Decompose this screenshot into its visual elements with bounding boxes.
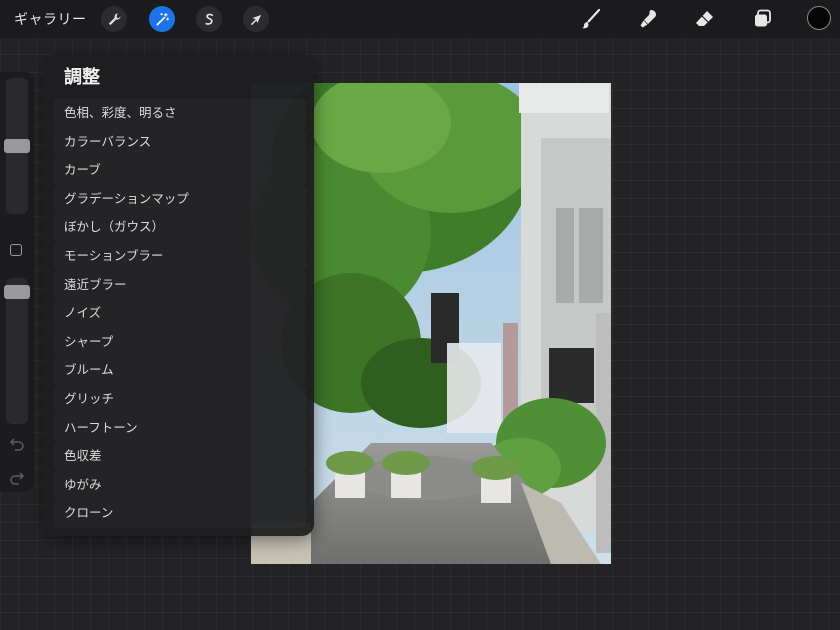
top-toolbar: ギャラリー — [0, 0, 840, 38]
adjustment-item[interactable]: カラーバランス — [54, 128, 306, 157]
adjustment-item[interactable]: カーブ — [54, 156, 306, 185]
adjustments-menu: 調整 色相、彩度、明るさ カラーバランス カーブ グラデーションマップ ぼかし（ガウス）… — [44, 54, 314, 536]
eraser-icon[interactable] — [691, 5, 719, 33]
adjustment-item[interactable]: シャープ — [54, 328, 306, 357]
adjustment-item[interactable]: ゆがみ — [54, 471, 306, 500]
modify-square-icon[interactable] — [10, 244, 22, 256]
undo-icon[interactable] — [9, 436, 25, 452]
redo-icon[interactable] — [9, 470, 25, 486]
adjustment-item[interactable]: クローン — [54, 499, 306, 528]
opacity-thumb[interactable] — [4, 284, 30, 299]
adjustment-item[interactable]: ノイズ — [54, 299, 306, 328]
brush-size-slider[interactable] — [4, 78, 30, 214]
adjustment-item[interactable]: ブルーム — [54, 356, 306, 385]
brush-icon[interactable] — [577, 5, 605, 33]
adjustment-item[interactable]: グラデーションマップ — [54, 185, 306, 214]
smudge-icon[interactable] — [634, 5, 662, 33]
adjustment-item[interactable]: モーションブラー — [54, 242, 306, 271]
layers-icon[interactable] — [749, 5, 777, 33]
adjustment-item[interactable]: グリッチ — [54, 385, 306, 414]
adjustment-item[interactable]: 色相、彩度、明るさ — [54, 99, 306, 128]
selection-icon[interactable] — [196, 6, 222, 32]
adjustment-item[interactable]: 色収差 — [54, 442, 306, 471]
gallery-button[interactable]: ギャラリー — [14, 9, 87, 29]
wrench-icon[interactable] — [101, 6, 127, 32]
adjustment-item[interactable]: ぼかし（ガウス） — [54, 213, 306, 242]
adjustment-item[interactable]: 遠近ブラー — [54, 271, 306, 300]
left-sidebar — [0, 72, 34, 492]
adjustment-item[interactable]: ハーフトーン — [54, 414, 306, 443]
opacity-slider[interactable] — [4, 278, 30, 424]
brush-size-thumb[interactable] — [4, 139, 30, 153]
arrow-cursor-icon[interactable] — [243, 6, 269, 32]
adjustments-list: 色相、彩度、明るさ カラーバランス カーブ グラデーションマップ ぼかし（ガウス） モーシ… — [54, 99, 306, 528]
magic-wand-icon[interactable] — [149, 6, 175, 32]
color-picker-swatch[interactable] — [807, 6, 831, 30]
adjustments-title: 調整 — [64, 67, 100, 88]
